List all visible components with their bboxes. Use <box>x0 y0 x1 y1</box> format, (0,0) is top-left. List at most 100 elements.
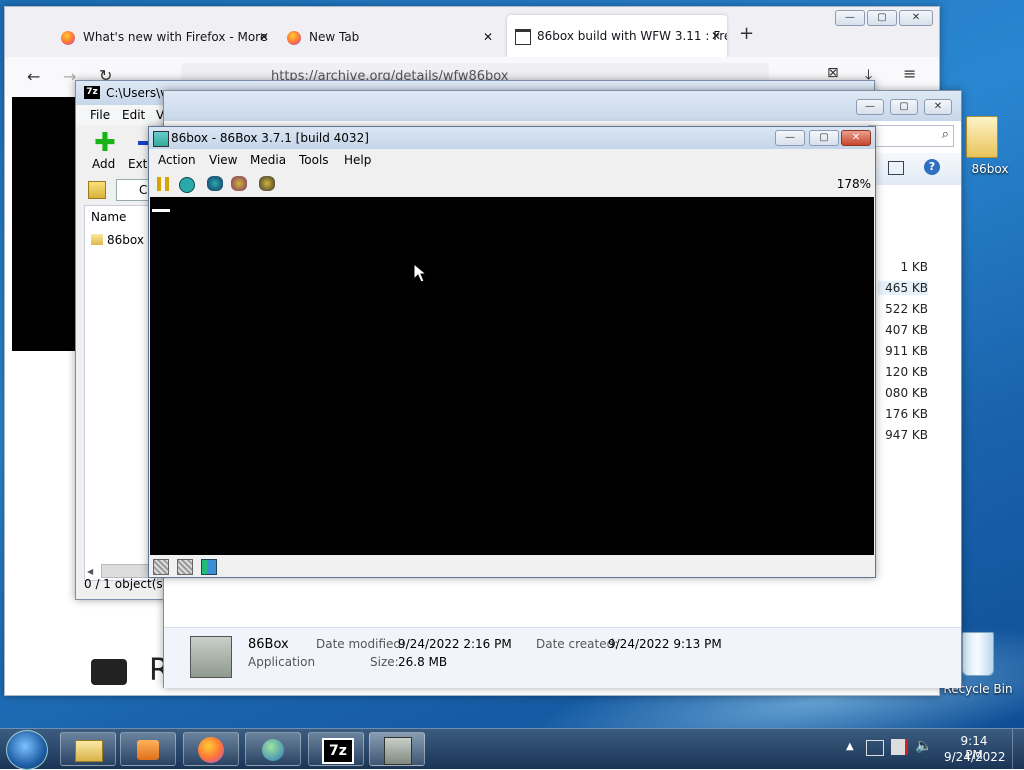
horizontal-scrollbar-thumb[interactable] <box>101 564 155 578</box>
menu-icon[interactable]: ≡ <box>903 64 916 83</box>
taskbar: 7z ▲ 🔈 9:14 PM 9/24/2022 <box>0 728 1024 770</box>
taskbar-7zip-button[interactable]: 7z <box>308 732 364 766</box>
taskbar-86box-button[interactable] <box>369 732 425 766</box>
date-created-value: 9/24/2022 9:13 PM <box>608 637 722 651</box>
pocket-icon[interactable]: ⊠ <box>827 65 839 81</box>
help-icon[interactable]: ? <box>924 159 940 175</box>
firefox-icon <box>198 737 224 763</box>
size-cell: 947 KB <box>885 428 928 442</box>
taskbar-firefox-button[interactable] <box>183 732 239 766</box>
desktop-folder-label: 86box <box>971 162 1009 176</box>
taskbar-media-player-button[interactable] <box>120 732 176 766</box>
date-modified-label: Date modified: <box>316 637 406 651</box>
tab-close-icon[interactable]: ✕ <box>483 19 493 55</box>
minimize-button[interactable]: — <box>835 10 865 26</box>
folder-icon <box>75 740 103 762</box>
maximize-button[interactable]: ▢ <box>890 99 918 115</box>
86box-app-icon <box>190 636 232 678</box>
show-desktop-button[interactable] <box>1012 729 1024 769</box>
size-cell: 407 KB <box>885 323 928 337</box>
details-pane: 86Box Application Date modified: 9/24/20… <box>164 627 961 688</box>
menu-tools[interactable]: Tools <box>299 153 329 167</box>
floppy-drive-icon[interactable] <box>177 559 193 575</box>
firefox-icon <box>287 30 301 45</box>
taskbar-network-button[interactable] <box>245 732 301 766</box>
date-modified-value: 9/24/2022 2:16 PM <box>398 637 512 651</box>
volume-icon[interactable]: 🔈 <box>915 738 932 754</box>
preview-pane-icon[interactable] <box>888 161 904 175</box>
sound-icon[interactable] <box>201 559 217 575</box>
new-tab-plus-icon[interactable]: + <box>739 23 754 44</box>
minimize-button[interactable]: — <box>775 130 805 146</box>
menu-file[interactable]: File <box>90 108 110 122</box>
close-button[interactable]: ✕ <box>924 99 952 115</box>
86box-icon <box>384 737 412 765</box>
back-arrow-icon[interactable]: ← <box>27 67 40 86</box>
add-button[interactable]: ✚ Add <box>84 130 124 173</box>
86box-window: 86box - 86Box 3.7.1 [build 4032] — ▢ ✕ A… <box>148 126 876 578</box>
action-center-icon[interactable] <box>891 739 908 755</box>
86box-titlebar: 86box - 86Box 3.7.1 [build 4032] — ▢ ✕ <box>149 127 875 149</box>
tab-label: New Tab <box>309 30 360 44</box>
list-item[interactable]: 86box <box>89 232 155 250</box>
86box-title: 86box - 86Box 3.7.1 [build 4032] <box>171 131 369 145</box>
tab-archive[interactable]: 86box build with WFW 3.11 : Fre ✕ <box>507 15 727 57</box>
ctrl-alt-esc-icon[interactable] <box>231 176 247 191</box>
archive-icon <box>515 28 531 45</box>
close-button[interactable]: ✕ <box>899 10 933 26</box>
item-name: 86box <box>107 233 144 247</box>
explorer-search-box[interactable]: ⌕ <box>868 125 954 147</box>
tab-new-tab[interactable]: New Tab ✕ <box>287 19 499 55</box>
tab-label: 86box build with WFW 3.11 : Fre <box>537 29 727 43</box>
up-folder-icon[interactable] <box>88 181 106 199</box>
details-name: 86Box <box>248 637 289 652</box>
size-cell: 1 KB <box>900 260 928 274</box>
size-cell: 465 KB <box>878 281 928 295</box>
close-button[interactable]: ✕ <box>841 130 871 146</box>
86box-emulator-screen[interactable] <box>150 197 874 555</box>
taskbar-explorer-button[interactable] <box>60 732 116 766</box>
size-cell: 080 KB <box>885 386 928 400</box>
tab-close-icon[interactable]: ✕ <box>259 19 269 55</box>
86box-statusbar <box>149 555 875 577</box>
show-hidden-icons-arrow[interactable]: ▲ <box>846 741 854 752</box>
search-icon: ⌕ <box>941 127 949 142</box>
firefox-tab-strip: What's new with Firefox - More ✕ New Tab… <box>5 7 939 57</box>
86box-toolbar: 178% <box>149 171 875 197</box>
settings-icon[interactable] <box>259 176 275 191</box>
7zip-app-icon: 7z <box>84 86 100 99</box>
file-list: Name 86box ◀ <box>84 205 158 581</box>
tab-whats-new[interactable]: What's new with Firefox - More ✕ <box>61 19 275 55</box>
tab-close-icon[interactable]: ✕ <box>711 15 721 57</box>
mouse-pointer-icon <box>413 263 427 283</box>
menu-edit[interactable]: Edit <box>122 108 145 122</box>
column-header-name[interactable]: Name <box>91 210 126 224</box>
maximize-button[interactable]: ▢ <box>867 10 897 26</box>
pause-icon[interactable] <box>157 177 169 191</box>
network-tray-icon[interactable] <box>866 740 884 756</box>
size-cell: 911 KB <box>885 344 928 358</box>
start-button[interactable] <box>6 730 48 770</box>
maximize-button[interactable]: ▢ <box>809 130 839 146</box>
86box-app-icon <box>153 131 169 147</box>
path-text: C <box>139 183 148 197</box>
text-cursor <box>152 209 170 212</box>
clock-date[interactable]: 9/24/2022 <box>944 750 1006 764</box>
ctrl-alt-del-icon[interactable] <box>207 176 223 191</box>
86box-menubar: Action View Media Tools Help <box>149 149 875 171</box>
reset-icon[interactable] <box>179 177 195 193</box>
menu-help[interactable]: Help <box>344 153 371 167</box>
video-player-area[interactable] <box>12 97 78 351</box>
scroll-left-arrow[interactable]: ◀ <box>87 567 93 576</box>
explorer-titlebar: — ▢ ✕ <box>164 91 961 121</box>
date-created-label: Date created: <box>536 637 619 651</box>
desktop-folder-icon[interactable]: 86box <box>960 112 1020 182</box>
tab-label: What's new with Firefox - More <box>83 30 268 44</box>
firefox-icon <box>61 30 75 45</box>
menu-view[interactable]: View <box>209 153 237 167</box>
minimize-button[interactable]: — <box>856 99 884 115</box>
menu-media[interactable]: Media <box>250 153 286 167</box>
7zip-icon: 7z <box>322 738 354 764</box>
floppy-drive-icon[interactable] <box>153 559 169 575</box>
menu-action[interactable]: Action <box>158 153 196 167</box>
